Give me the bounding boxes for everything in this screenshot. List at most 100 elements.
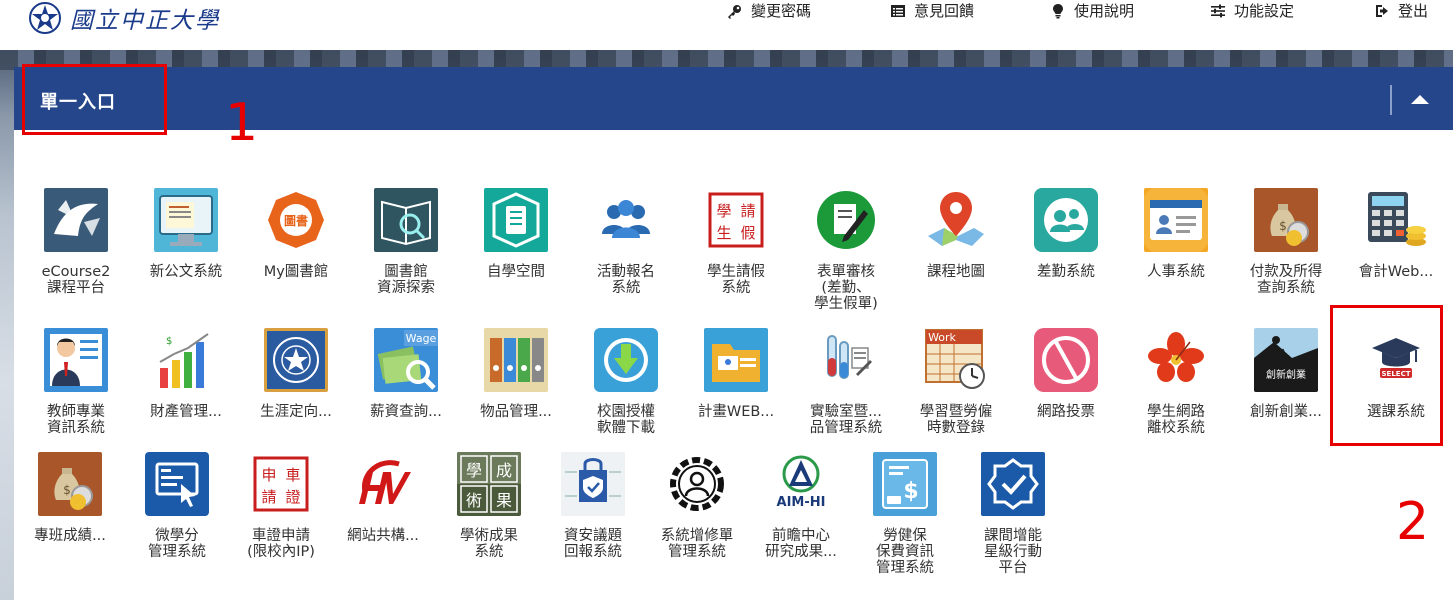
micro-credit-icon	[145, 452, 209, 516]
svg-text:請: 請	[261, 488, 276, 506]
app-label: 計畫WEB...	[697, 404, 775, 420]
download-icon	[594, 328, 658, 392]
document-system-icon	[154, 188, 218, 252]
app-project-web[interactable]: 計畫WEB...	[681, 328, 791, 420]
svg-text:Wage: Wage	[406, 332, 437, 345]
svg-text:Work: Work	[928, 331, 956, 344]
app-label: My圖書館	[263, 264, 329, 280]
app-course-selection[interactable]: SELECT 選課系統	[1341, 328, 1451, 420]
app-label: 人事系統	[1147, 264, 1205, 280]
project-folder-icon	[704, 328, 768, 392]
app-attendance[interactable]: 差勤系統	[1011, 188, 1121, 280]
app-accounting-web[interactable]: 會計Web...	[1341, 188, 1451, 280]
app-label: 財產管理...	[150, 404, 222, 420]
app-car-permit[interactable]: 申車請證 車證申請 (限校內IP)	[226, 452, 336, 560]
app-star-action-platform[interactable]: 課間增能 星級行動 平台	[958, 452, 1068, 576]
svg-text:$: $	[63, 483, 71, 497]
nav-label: 使用說明	[1074, 2, 1135, 20]
app-website-coconstruct[interactable]: 網站共構...	[328, 452, 438, 544]
header-divider	[1390, 85, 1392, 115]
change-password-link[interactable]: 變更密碼	[727, 0, 811, 21]
app-label: 系統增修單 管理系統	[660, 528, 734, 560]
app-label: 自學空間	[487, 264, 545, 280]
app-label: eCourse2 課程平台	[41, 264, 111, 296]
svg-text:生: 生	[716, 224, 731, 242]
app-student-leave[interactable]: 學請生假 學生請假 系統	[681, 188, 791, 296]
app-aim-hi-research[interactable]: AIM-HI 前瞻中心 研究成果...	[746, 452, 856, 560]
app-work-hours[interactable]: Work 學習暨勞僱 時數登錄	[901, 328, 1011, 436]
aim-hi-icon: AIM-HI	[769, 452, 833, 516]
app-payment-income[interactable]: $ 付款及所得 查詢系統	[1231, 188, 1341, 296]
app-security-report[interactable]: 資安議題 回報系統	[538, 452, 648, 560]
collapse-button[interactable]	[1408, 89, 1432, 109]
app-micro-credit[interactable]: 微學分 管理系統	[122, 452, 232, 560]
svg-text:圖書: 圖書	[284, 213, 308, 228]
app-item-management[interactable]: 物品管理...	[461, 328, 571, 420]
app-label: 學習暨勞僱 時數登錄	[919, 404, 993, 436]
help-link[interactable]: 使用說明	[1050, 0, 1134, 21]
career-seal-icon	[264, 328, 328, 392]
university-logo[interactable]: 國立中正大學	[28, 0, 220, 36]
app-label: 選課系統	[1367, 404, 1425, 420]
app-special-class-grades[interactable]: $ 專班成績...	[15, 452, 125, 544]
app-label: 資安議題 回報系統	[564, 528, 622, 560]
annotation-number-1: 1	[225, 93, 259, 153]
app-course-map[interactable]: 課程地圖	[901, 188, 1011, 280]
svg-text:SELECT: SELECT	[1382, 370, 1411, 378]
flower-icon	[1144, 328, 1208, 392]
svg-text:申: 申	[261, 466, 276, 484]
settings-link[interactable]: 功能設定	[1210, 0, 1294, 21]
app-labor-health-insurance[interactable]: $ 勞健保 保費資訊 管理系統	[850, 452, 960, 576]
app-label: 實驗室暨... 品管理系統	[809, 404, 883, 436]
check-badge-icon	[981, 452, 1045, 516]
self-study-icon	[484, 188, 548, 252]
app-student-leave-school[interactable]: 學生網路 離校系統	[1121, 328, 1231, 436]
hv-logo-icon	[351, 452, 415, 516]
app-academic-results[interactable]: 學成術果 學術成果 系統	[434, 452, 544, 560]
svg-text:$: $	[166, 336, 172, 347]
my-library-icon: 圖書	[264, 188, 328, 252]
app-label: 圖書館 資源探索	[377, 264, 435, 296]
app-label: 學生請假 系統	[707, 264, 765, 296]
feedback-link[interactable]: 意見回饋	[890, 0, 974, 21]
app-software-download[interactable]: 校園授權 軟體下載	[571, 328, 681, 436]
app-innovation-startup[interactable]: 創新創業 創新創業...	[1231, 328, 1341, 420]
app-activity-registration[interactable]: 活動報名 系統	[571, 188, 681, 296]
car-permit-stamp-icon: 申車請證	[249, 452, 313, 516]
app-ecourse2[interactable]: eCourse2 課程平台	[21, 188, 131, 296]
app-library-search[interactable]: 圖書館 資源探索	[351, 188, 461, 296]
app-document-system[interactable]: 新公文系統	[131, 188, 241, 280]
ecourse-icon	[44, 188, 108, 252]
people-icon	[594, 188, 658, 252]
sliders-icon	[1211, 4, 1225, 17]
app-label: 活動報名 系統	[597, 264, 655, 296]
list-icon	[891, 4, 905, 17]
svg-text:成: 成	[496, 461, 512, 480]
university-emblem-icon	[29, 2, 61, 34]
app-self-study[interactable]: 自學空間	[461, 188, 571, 280]
app-label: 前瞻中心 研究成果...	[765, 528, 837, 560]
svg-text:果: 果	[496, 491, 512, 510]
app-label: 物品管理...	[480, 404, 552, 420]
lab-flask-icon	[814, 328, 878, 392]
startup-icon: 創新創業	[1254, 328, 1318, 392]
app-teacher-info[interactable]: 教師專業 資訊系統	[21, 328, 131, 436]
svg-text:$: $	[903, 479, 918, 504]
logout-icon	[1376, 4, 1388, 17]
app-label: 差勤系統	[1037, 264, 1095, 280]
app-property-management[interactable]: $ 財產管理...	[131, 328, 241, 420]
app-lab-management[interactable]: 實驗室暨... 品管理系統	[791, 328, 901, 436]
app-personnel[interactable]: 人事系統	[1121, 188, 1231, 280]
app-my-library[interactable]: 圖書 My圖書館	[241, 188, 351, 280]
app-form-review[interactable]: 表單審核 (差勤、 學生假單)	[791, 188, 901, 312]
nav-label: 變更密碼	[751, 2, 812, 20]
leave-stamp-icon: 學請生假	[704, 188, 768, 252]
app-online-vote[interactable]: 網路投票	[1011, 328, 1121, 420]
app-salary-query[interactable]: Wage 薪資查詢...	[351, 328, 461, 420]
map-pin-icon	[924, 188, 988, 252]
app-system-change-request[interactable]: 系統增修單 管理系統	[642, 452, 752, 560]
app-career-orientation[interactable]: 生涯定向...	[241, 328, 351, 420]
logout-link[interactable]: 登出	[1374, 0, 1428, 21]
university-name: 國立中正大學	[70, 8, 220, 34]
app-label: 學生網路 離校系統	[1147, 404, 1205, 436]
